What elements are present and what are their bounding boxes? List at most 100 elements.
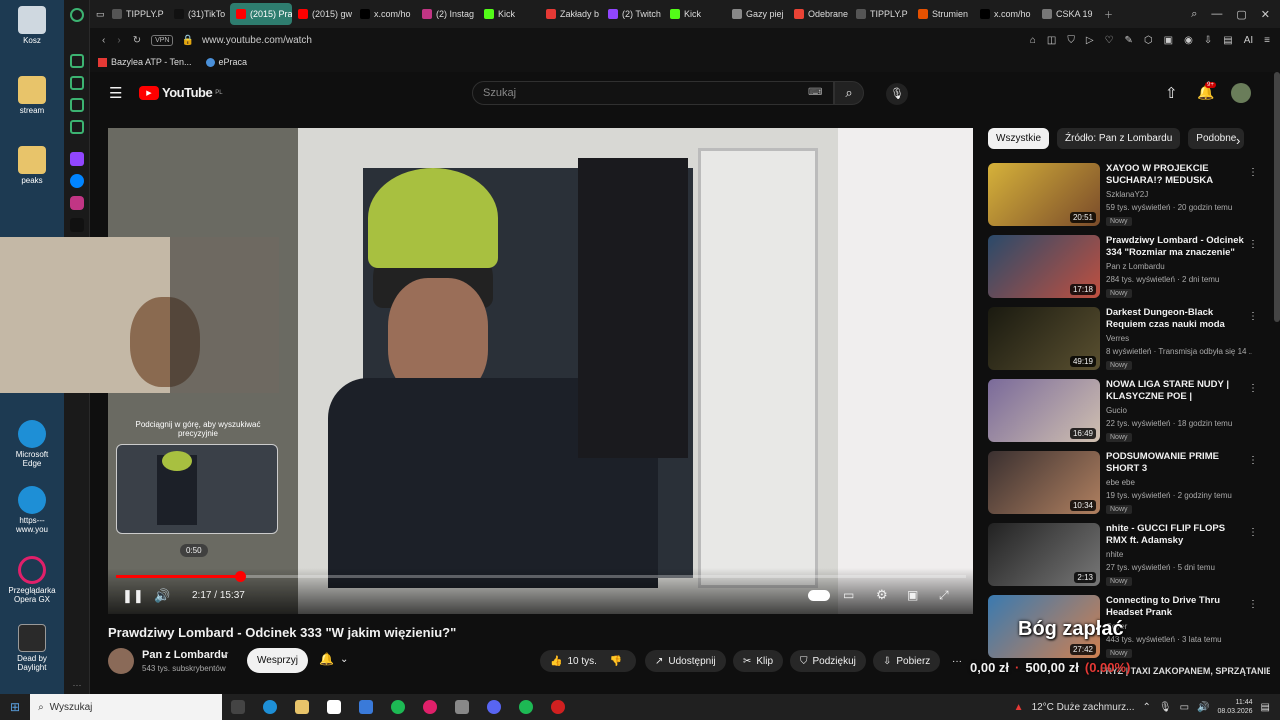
puzzle-icon[interactable]: ⬡ [1144, 35, 1153, 46]
discord-icon[interactable] [487, 700, 502, 714]
recommendation-item[interactable]: 20:51 XAYOO W PROJEKCIE SUCHARA!? MEDUSKA… [988, 163, 1258, 229]
recommendation-item[interactable]: 2:13 nhite - GUCCI FLIP FLOPS RMX ft. Ada… [988, 523, 1258, 589]
menu-icon[interactable]: ≡ [1264, 35, 1270, 46]
search-tabs-icon[interactable]: ⌕ [1191, 8, 1197, 21]
recommendation-thumbnail[interactable]: 16:49 [988, 379, 1100, 442]
recommendation-channel[interactable]: SzklanaY2J [1106, 190, 1252, 199]
forward-icon[interactable]: › [117, 35, 120, 46]
more-icon[interactable]: ··· [70, 680, 84, 694]
mail-icon[interactable] [359, 700, 374, 714]
minimize-icon[interactable]: — [1211, 8, 1222, 21]
clip-button[interactable]: ✂ Klip [733, 650, 784, 672]
start-icon[interactable]: ⊞ [10, 700, 20, 714]
recommendation-channel[interactable]: Gucio [1106, 406, 1252, 415]
url-field[interactable]: www.youtube.com/watch [202, 35, 312, 46]
play-icon[interactable]: ▷ [1086, 35, 1094, 46]
back-icon[interactable]: ‹ [102, 35, 105, 46]
recommendation-title[interactable]: XAYOO W PROJEKCIE SUCHARA!? MEDUSKA STRE… [1106, 163, 1244, 187]
obs-icon[interactable] [551, 700, 566, 714]
news-icon[interactable] [70, 98, 84, 112]
task-view-icon[interactable] [231, 700, 246, 714]
pause-icon[interactable]: ❚❚ [122, 588, 144, 604]
tab-0[interactable]: TIPPLY.P [106, 3, 168, 25]
opera-gx-icon[interactable] [423, 700, 438, 714]
new-tab-button[interactable]: ＋ [1098, 3, 1119, 25]
tab-6[interactable]: Kick [478, 3, 540, 25]
reload-icon[interactable]: ↻ [133, 35, 141, 46]
shield-icon[interactable]: ⛉ [1067, 35, 1075, 46]
opera-logo-icon[interactable] [70, 8, 84, 22]
weather-text[interactable]: 12°C Duże zachmurz... [1032, 702, 1135, 713]
recommendation-item[interactable]: 49:19 Darkest Dungeon-Black Requiem czas … [988, 307, 1258, 373]
chip-all[interactable]: Wszystkie [988, 128, 1049, 149]
hamburger-icon[interactable]: ☰ [109, 84, 122, 102]
chip-source[interactable]: Źródło: Pan z Lombardu [1057, 128, 1181, 149]
like-button[interactable]: 👍 10 tys. 👎 [540, 650, 636, 672]
tab-1[interactable]: (31)TikTo [168, 3, 230, 25]
gx-corner-icon[interactable] [70, 76, 84, 90]
tab-11[interactable]: Odebrane [788, 3, 850, 25]
tab-15[interactable]: CSKA 19 [1036, 3, 1098, 25]
recommendation-channel[interactable]: Verres [1106, 334, 1252, 343]
tab-12[interactable]: TIPPLY.P [850, 3, 912, 25]
recommendation-item[interactable]: 10:34 PODSUMOWANIE PRIME SHORT 3 ebe ebe 19… [988, 451, 1258, 517]
edge-icon[interactable] [263, 700, 278, 714]
bag-icon[interactable]: ▣ [1164, 35, 1173, 46]
autoplay-toggle[interactable] [808, 590, 830, 601]
recommendation-channel[interactable]: ebe ebe [1106, 478, 1252, 487]
recommendation-item[interactable]: 16:49 NOWA LIGA STARE NUDY | KLASYCZNE PO… [988, 379, 1258, 445]
speaker-icon[interactable]: 🔊 [1197, 702, 1209, 713]
channel-name[interactable]: Pan z Lombardu [142, 649, 228, 661]
tab-4[interactable]: x.com/ho [354, 3, 416, 25]
page-scrollbar[interactable] [1274, 72, 1280, 322]
tab-14[interactable]: x.com/ho [974, 3, 1036, 25]
tray-chevron-icon[interactable]: ⌃ [1143, 702, 1151, 713]
volume-icon[interactable]: 🔊 [154, 588, 170, 604]
spotify-icon[interactable] [519, 700, 534, 714]
youtube-logo[interactable]: ▶ YouTube PL [139, 85, 223, 100]
messenger-icon[interactable] [70, 174, 84, 188]
bell-icon[interactable]: 🔔 [319, 652, 334, 666]
recommendation-thumbnail[interactable]: 10:34 [988, 451, 1100, 514]
progress-scrubber[interactable] [235, 571, 246, 582]
extensions-icon[interactable]: ✎ [1125, 35, 1133, 46]
twitch-icon[interactable] [70, 152, 84, 166]
keyboard-icon[interactable]: ⌨ [808, 87, 822, 98]
ai-button[interactable]: AI [1244, 35, 1253, 46]
kebab-menu-icon[interactable]: ⋮ [1248, 455, 1258, 466]
microphone-icon[interactable]: 🎙 [886, 83, 908, 105]
search-button[interactable]: ⌕ [834, 81, 864, 105]
pin-icon[interactable]: ⌂ [1030, 35, 1036, 46]
desktop-icon-dbd[interactable]: Dead by Daylight [8, 624, 56, 672]
maximize-icon[interactable]: ▢ [1236, 8, 1246, 21]
miniplayer-icon[interactable]: ▣ [907, 588, 918, 602]
download-icon[interactable]: ⇩ [1204, 35, 1212, 46]
tab-3[interactable]: (2015) gw [292, 3, 354, 25]
close-icon[interactable]: ✕ [1261, 8, 1270, 21]
more-actions-button[interactable]: ··· [942, 650, 972, 672]
store-icon[interactable] [327, 700, 342, 714]
screenshot-icon[interactable]: ◉ [1184, 35, 1193, 46]
taskbar-search[interactable]: ⌕ Wyszukaj [30, 694, 223, 720]
tab-9[interactable]: Kick [664, 3, 726, 25]
download-button[interactable]: ⇩ Pobierz [873, 650, 941, 672]
kebab-menu-icon[interactable]: ⋮ [1248, 311, 1258, 322]
bookmark-bazylea[interactable]: Bazylea ATP - Ten... [98, 57, 192, 67]
instagram-icon[interactable] [70, 196, 84, 210]
vpn-badge[interactable]: VPN [151, 34, 174, 46]
app-icon[interactable] [455, 700, 470, 714]
recommendation-thumbnail[interactable]: 49:19 [988, 307, 1100, 370]
network-icon[interactable]: ▭ [1180, 702, 1189, 713]
channel-avatar[interactable] [108, 648, 134, 674]
file-explorer-icon[interactable] [295, 700, 310, 714]
heart-icon[interactable]: ♡ [1105, 35, 1114, 46]
recommendation-title[interactable]: nhite - GUCCI FLIP FLOPS RMX ft. Adamsky [1106, 523, 1244, 547]
chevron-right-icon[interactable]: › [1236, 133, 1240, 148]
recommendation-title[interactable]: Prawdziwy Lombard - Odcinek 334 "Rozmiar… [1106, 235, 1244, 259]
recommendation-title[interactable]: Connecting to Drive Thru Headset Prank [1106, 595, 1244, 619]
recommendation-item[interactable]: 17:18 Prawdziwy Lombard - Odcinek 334 "Ro… [988, 235, 1258, 301]
gx-control-icon[interactable] [70, 54, 84, 68]
tiktok-icon[interactable] [70, 218, 84, 232]
bookmark-epraca[interactable]: ePraca [205, 57, 247, 67]
wallet-icon[interactable]: ▤ [1223, 35, 1232, 46]
